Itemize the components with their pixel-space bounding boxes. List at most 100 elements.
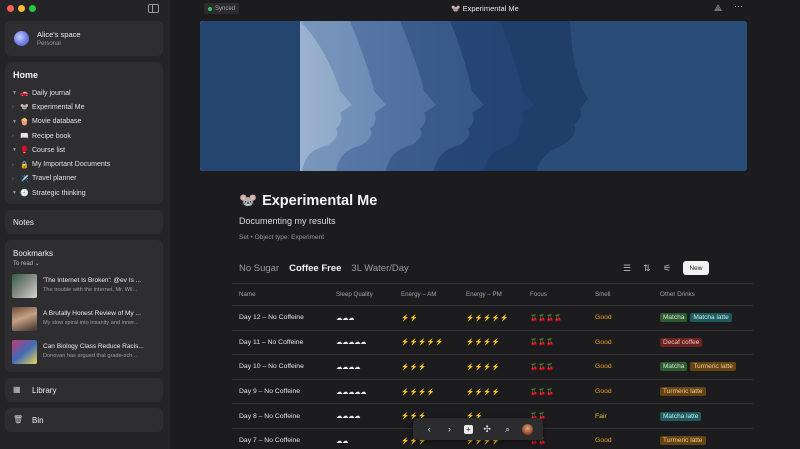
cell-other-drinks[interactable]: Decaf coffee (660, 331, 705, 355)
cell-sleep-quality[interactable]: ☁☁ (336, 429, 349, 449)
library-widget[interactable]: ▦ Library (5, 378, 163, 402)
chevron-right-icon[interactable]: › (12, 104, 20, 110)
cell-name[interactable]: Day 11 – No Coffeine (239, 331, 303, 355)
bookmark-item[interactable]: 'The Internet Is Broken': @ev Is ... The… (12, 274, 160, 298)
document-title[interactable]: 🐭 Experimental Me (239, 192, 377, 210)
cover-image[interactable] (200, 21, 747, 171)
column-header-focus[interactable]: Focus (530, 284, 547, 305)
forward-icon[interactable]: › (443, 424, 455, 434)
sort-icon[interactable]: ⇅ (643, 263, 651, 274)
graph-icon[interactable]: ✣ (481, 424, 493, 435)
cell-sleep-quality[interactable]: ☁☁☁☁☁ (336, 380, 367, 404)
cell-focus[interactable]: 🍒🍒🍒 (530, 331, 554, 355)
relations-icon[interactable]: ⟁ (714, 3, 722, 14)
cell-sleep-quality[interactable]: ☁☁☁☁ (336, 355, 361, 379)
cell-energy-pm[interactable]: ⚡⚡⚡⚡ (466, 355, 500, 379)
sidebar-item[interactable]: › ✈️ Travel planner (12, 172, 159, 186)
table-row[interactable]: Day 12 – No Coffeine ☁☁☁ ⚡⚡ ⚡⚡⚡⚡⚡ 🍒🍒🍒🍒 Good Ma… (232, 305, 753, 330)
chevron-down-icon[interactable]: ▼ (12, 147, 20, 153)
document-icon[interactable]: 🐭 (239, 192, 257, 209)
column-header-sleep-quality[interactable]: Sleep Quality (336, 284, 373, 305)
chevron-down-icon[interactable]: ▼ (12, 119, 20, 125)
bookmarks-title[interactable]: Bookmarks (13, 249, 53, 258)
table-row[interactable]: Day 9 – No Coffeine ☁☁☁☁☁ ⚡⚡⚡⚡ ⚡⚡⚡⚡ 🍒🍒🍒 Good T… (232, 378, 753, 404)
sidebar-item[interactable]: ▼ 🥊 Course list (12, 143, 159, 157)
home-title[interactable]: Home (13, 70, 38, 80)
cell-other-drinks[interactable]: Matcha latte (660, 404, 704, 428)
cell-focus[interactable]: 🍒🍒🍒🍒 (530, 306, 562, 330)
settings-sliders-icon[interactable]: ⚟ (663, 263, 671, 274)
cell-energy-pm[interactable]: ⚡⚡⚡⚡ (466, 380, 500, 404)
new-object-button[interactable]: New (683, 261, 709, 275)
cell-focus[interactable]: 🍒🍒🍒 (530, 380, 554, 404)
bookmark-description: Donovan has argued that grade-sch... (43, 353, 137, 359)
cell-focus[interactable]: 🍒🍒🍒 (530, 355, 554, 379)
filter-icon[interactable]: ☰ (623, 263, 631, 274)
cell-name[interactable]: Day 12 – No Coffeine (239, 306, 304, 330)
plus-icon[interactable]: + (463, 424, 473, 434)
cell-sleep-quality[interactable]: ☁☁☁ (336, 306, 355, 330)
cell-sleep-quality[interactable]: ☁☁☁☁☁ (336, 331, 367, 355)
cell-smell[interactable]: Good (595, 355, 612, 379)
column-header-name[interactable]: Name (239, 284, 256, 305)
cell-sleep-quality[interactable]: ☁☁☁☁ (336, 404, 361, 428)
cell-smell[interactable]: Good (595, 331, 612, 355)
cell-energy-am[interactable]: ⚡⚡⚡⚡⚡ (401, 331, 444, 355)
cell-name[interactable]: Day 9 – No Coffeine (239, 380, 300, 404)
chevron-down-icon[interactable]: ▼ (12, 190, 20, 196)
bookmark-item[interactable]: Can Biology Class Reduce Racis... Donova… (12, 340, 160, 364)
table-row[interactable]: Day 11 – No Coffeine ☁☁☁☁☁ ⚡⚡⚡⚡⚡ ⚡⚡⚡⚡ 🍒🍒🍒 Goo… (232, 329, 753, 355)
cell-smell[interactable]: Good (595, 306, 612, 330)
cell-energy-am[interactable]: ⚡⚡⚡ (401, 355, 427, 379)
document-subtitle[interactable]: Documenting my results (239, 216, 336, 226)
chevron-down-icon[interactable]: ▼ (12, 90, 20, 96)
drink-tag: Turmeric latte (690, 362, 736, 372)
sidebar-item[interactable]: ▼ 🚗 Daily journal (12, 86, 159, 100)
minimize-window-button[interactable] (18, 5, 25, 12)
cell-smell[interactable]: Good (595, 429, 612, 449)
space-switcher[interactable]: Alice's space Personal (5, 21, 163, 56)
cell-other-drinks[interactable]: Turmeric latte (660, 429, 709, 449)
close-window-button[interactable] (7, 5, 14, 12)
chevron-right-icon[interactable]: › (12, 133, 20, 139)
avatar[interactable] (521, 423, 533, 435)
notes-widget[interactable]: Notes (5, 210, 163, 234)
cell-energy-am[interactable]: ⚡⚡⚡⚡ (401, 380, 435, 404)
cell-other-drinks[interactable]: Matcha Turmeric latte (660, 355, 739, 379)
sidebar-toggle-icon[interactable] (148, 4, 159, 13)
cell-smell[interactable]: Fair (595, 404, 607, 428)
bookmark-description: The trouble with the internet, Mr. Wil..… (43, 287, 138, 293)
sidebar-item[interactable]: › 📖 Recipe book (12, 129, 159, 143)
cell-other-drinks[interactable]: Turmeric latte (660, 380, 709, 404)
more-options-icon[interactable]: ··· (734, 1, 743, 11)
table-row[interactable]: Day 10 – No Coffeine ☁☁☁☁ ⚡⚡⚡ ⚡⚡⚡⚡ 🍒🍒🍒 Good Ma… (232, 354, 753, 379)
search-icon[interactable]: ⌕ (501, 424, 513, 435)
tab-coffee-free[interactable]: Coffee Free (289, 263, 341, 274)
chevron-right-icon[interactable]: › (12, 176, 20, 182)
column-header-energy-am[interactable]: Energy – AM (401, 284, 436, 305)
cell-other-drinks[interactable]: Matcha Matcha latte (660, 306, 735, 330)
bookmarks-filter[interactable]: To read ⌄ (13, 260, 40, 267)
sidebar-item[interactable]: › 🐭 Experimental Me (12, 100, 159, 114)
maximize-window-button[interactable] (29, 5, 36, 12)
page-icon: ✈️ (20, 175, 29, 183)
cell-energy-pm[interactable]: ⚡⚡⚡⚡ (466, 331, 500, 355)
cell-energy-am[interactable]: ⚡⚡ (401, 306, 418, 330)
bookmark-item[interactable]: A Brutally Honest Review of My ... My sl… (12, 307, 160, 331)
cell-energy-pm[interactable]: ⚡⚡⚡⚡⚡ (466, 306, 509, 330)
bin-widget[interactable]: 🗑 Bin (5, 408, 163, 432)
sidebar-item[interactable]: ▼ 🍿 Movie database (12, 115, 159, 129)
sidebar-item[interactable]: ▼ 🕘 Strategic thinking (12, 186, 159, 200)
cell-name[interactable]: Day 10 – No Coffeine (239, 355, 304, 379)
cell-name[interactable]: Day 7 – No Coffeine (239, 429, 300, 449)
tab-3l-water-day[interactable]: 3L Water/Day (351, 263, 408, 274)
column-header-energy-pm[interactable]: Energy – PM (466, 284, 502, 305)
tab-no-sugar[interactable]: No Sugar (239, 263, 279, 274)
sidebar-item[interactable]: › 🔒 My Important Documents (12, 157, 159, 171)
back-icon[interactable]: ‹ (423, 424, 435, 434)
cell-smell[interactable]: Good (595, 380, 612, 404)
column-header-smell[interactable]: Smell (595, 284, 610, 305)
chevron-right-icon[interactable]: › (12, 162, 20, 168)
column-header-other-drinks[interactable]: Other Drinks (660, 284, 695, 305)
cell-name[interactable]: Day 8 – No Coffeine (239, 404, 300, 428)
